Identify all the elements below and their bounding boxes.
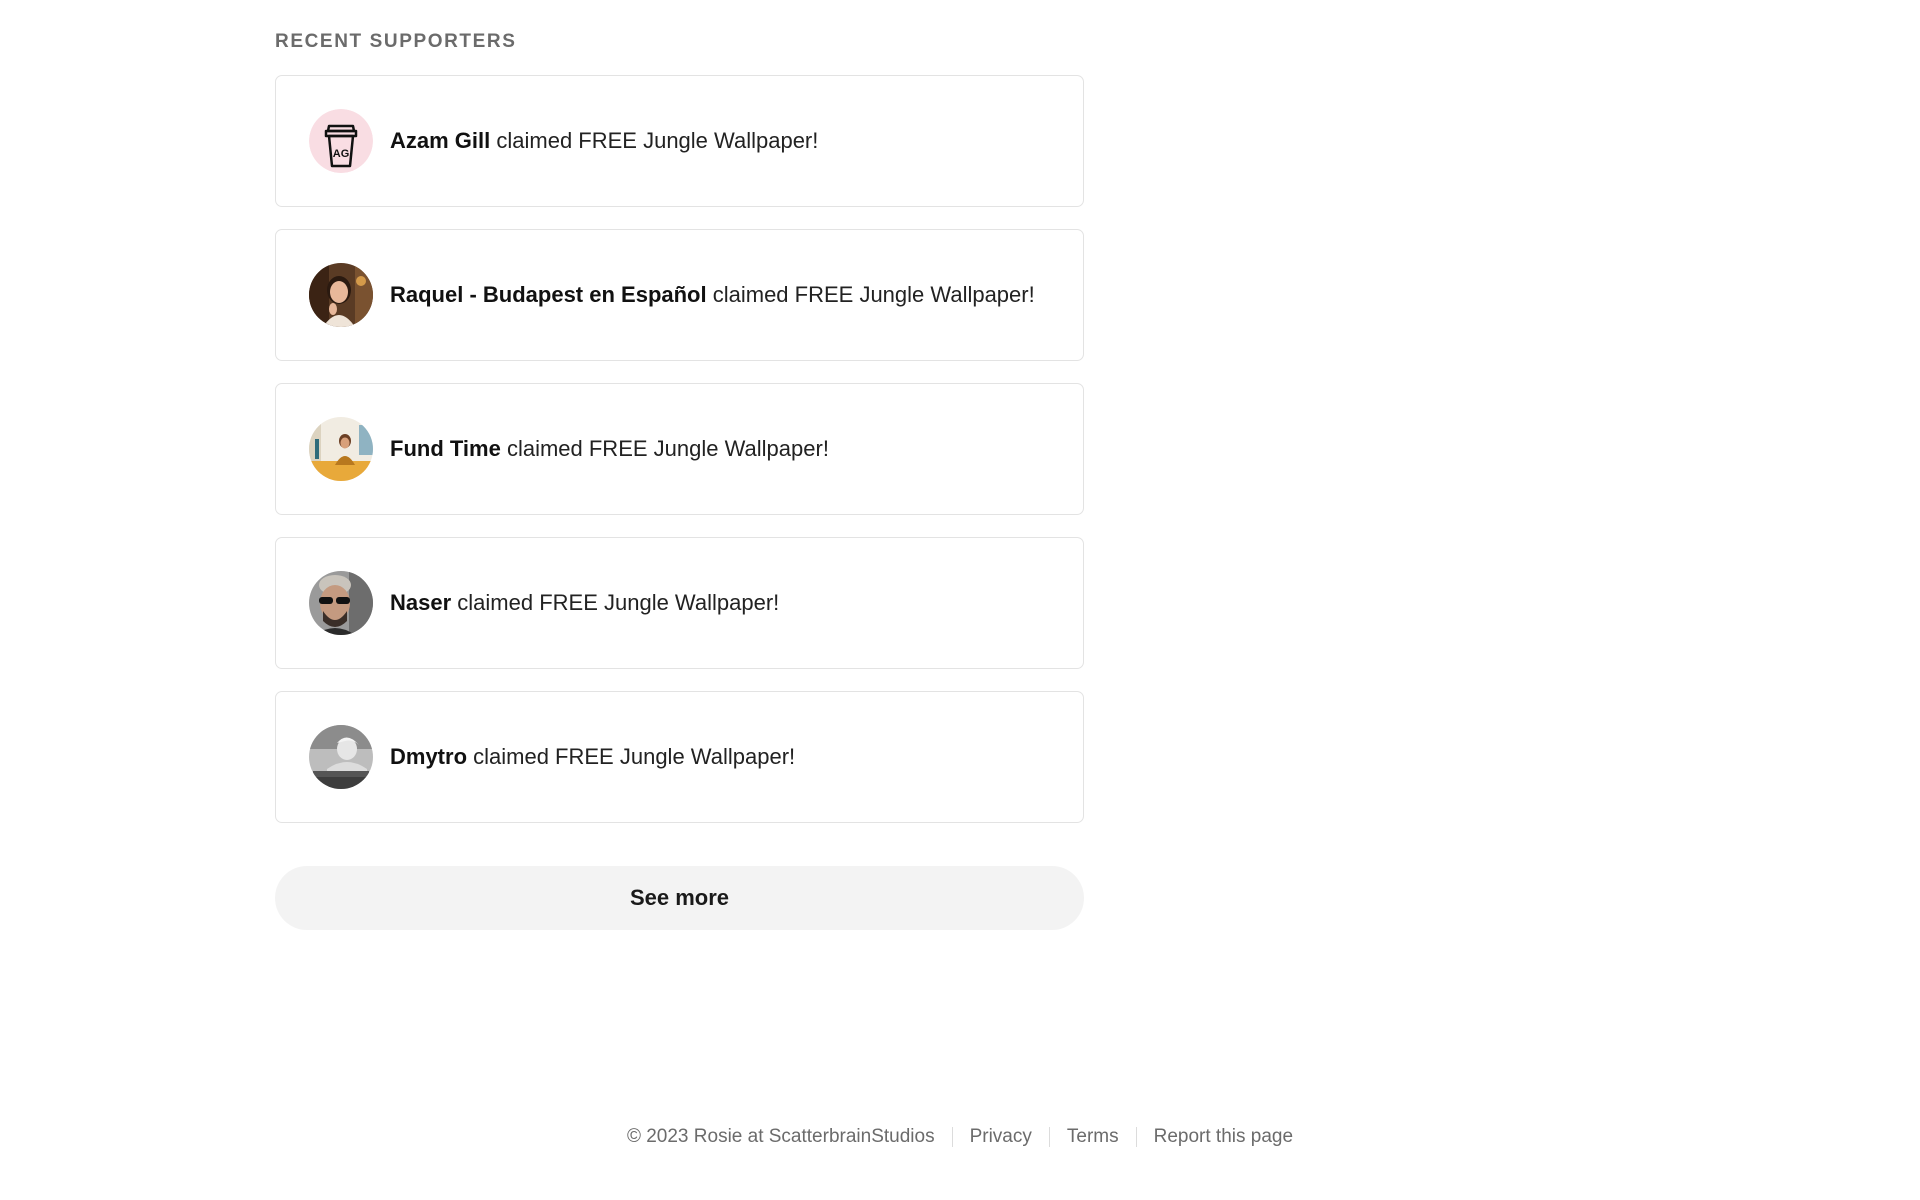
supporter-action: claimed FREE Jungle Wallpaper! — [473, 744, 796, 769]
supporter-text: Dmytro claimed FREE Jungle Wallpaper! — [390, 744, 795, 770]
supporter-name[interactable]: Dmytro — [390, 744, 467, 769]
footer: © 2023 Rosie at ScatterbrainStudios Priv… — [0, 1126, 1920, 1148]
supporter-action: claimed FREE Jungle Wallpaper! — [457, 590, 780, 615]
coffee-cup-logo-avatar[interactable]: AG — [309, 109, 373, 173]
supporter-name[interactable]: Azam Gill — [390, 128, 490, 153]
section-title: RECENT SUPPORTERS — [275, 31, 517, 52]
supporter-name[interactable]: Raquel - Budapest en Español — [390, 282, 707, 307]
svg-text:AG: AG — [333, 148, 350, 160]
photo-avatar[interactable] — [309, 263, 373, 327]
page: RECENT SUPPORTERS AG Azam Gill claimed F… — [0, 0, 1920, 1200]
photo-avatar[interactable] — [309, 571, 373, 635]
see-more-button[interactable]: See more — [275, 866, 1084, 930]
footer-copyright: © 2023 Rosie at ScatterbrainStudios — [626, 1126, 935, 1147]
supporter-card: Naser claimed FREE Jungle Wallpaper! — [275, 537, 1084, 669]
supporter-text: Naser claimed FREE Jungle Wallpaper! — [390, 590, 779, 616]
photo-avatar[interactable] — [309, 417, 373, 481]
footer-divider — [1135, 1127, 1137, 1147]
supporter-action: claimed FREE Jungle Wallpaper! — [712, 282, 1035, 307]
supporter-card: Raquel - Budapest en Español claimed FRE… — [275, 229, 1084, 361]
terms-link[interactable]: Terms — [1067, 1126, 1119, 1148]
supporter-text: Raquel - Budapest en Español claimed FRE… — [390, 282, 1035, 308]
report-page-link[interactable]: Report this page — [1154, 1126, 1293, 1148]
supporter-text: Azam Gill claimed FREE Jungle Wallpaper! — [390, 128, 818, 154]
supporter-action: claimed FREE Jungle Wallpaper! — [506, 436, 829, 461]
photo-avatar[interactable] — [309, 725, 373, 789]
supporter-action: claimed FREE Jungle Wallpaper! — [496, 128, 819, 153]
supporter-name[interactable]: Naser — [390, 590, 451, 615]
supporter-card: AG Azam Gill claimed FREE Jungle Wallpap… — [275, 75, 1084, 207]
supporter-card: Fund Time claimed FREE Jungle Wallpaper! — [275, 383, 1084, 515]
privacy-link[interactable]: Privacy — [970, 1126, 1032, 1148]
supporter-name[interactable]: Fund Time — [390, 436, 501, 461]
supporter-card: Dmytro claimed FREE Jungle Wallpaper! — [275, 691, 1084, 823]
footer-divider — [951, 1127, 953, 1147]
supporters-list: AG Azam Gill claimed FREE Jungle Wallpap… — [275, 75, 1084, 845]
footer-divider — [1048, 1127, 1050, 1147]
supporter-text: Fund Time claimed FREE Jungle Wallpaper! — [390, 436, 829, 462]
